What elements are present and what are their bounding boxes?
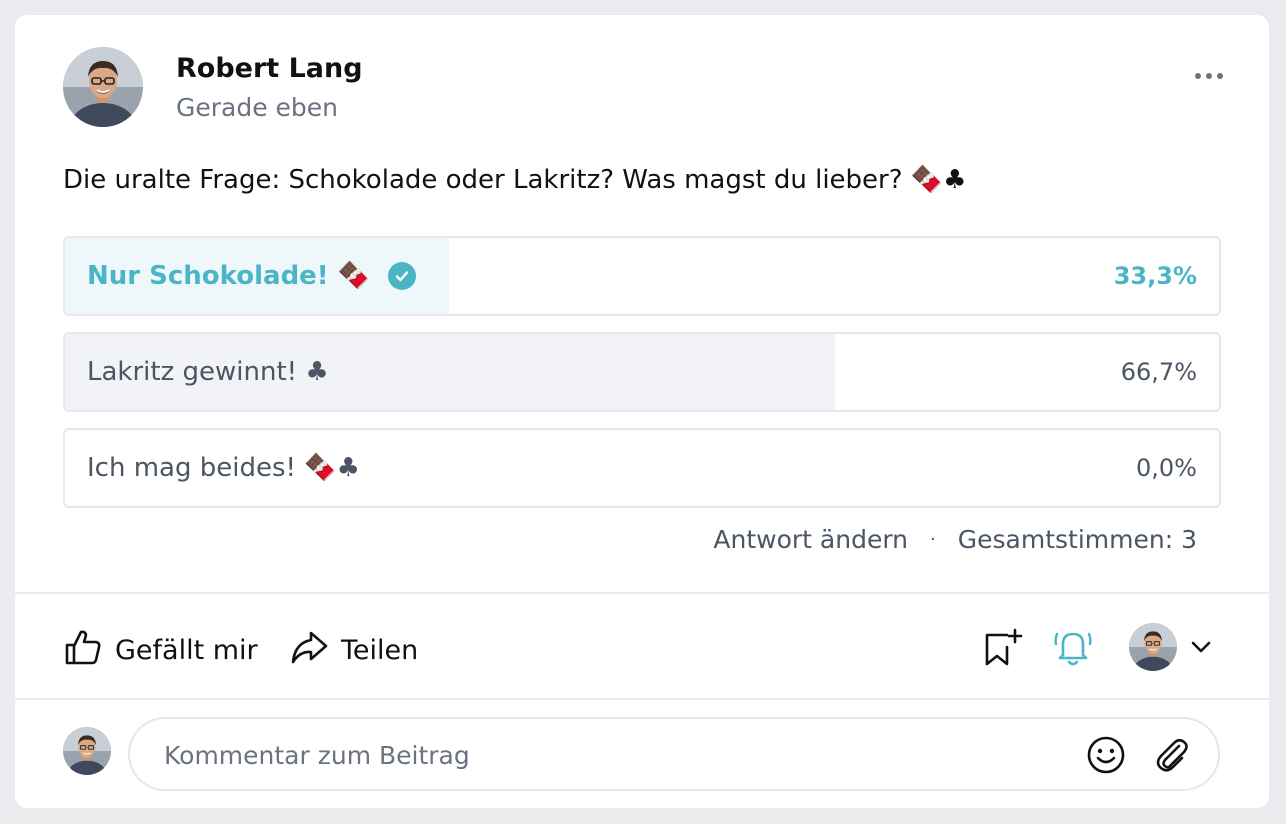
divider <box>15 698 1269 700</box>
smiley-icon <box>1087 736 1125 774</box>
like-button[interactable]: Gefällt mir <box>63 627 258 674</box>
share-icon <box>289 627 329 674</box>
post-text: Die uralte Frage: Schokolade oder Lakrit… <box>63 165 967 195</box>
poll-option-1-percent: 33,3% <box>1113 262 1197 290</box>
paperclip-icon <box>1156 738 1188 772</box>
poll-option-1[interactable]: Nur Schokolade! 🍫 33,3% <box>63 236 1221 316</box>
more-options-button[interactable] <box>1195 73 1223 79</box>
poll-option-3-label: Ich mag beides! 🍫♣ <box>87 453 360 483</box>
post-as-avatar[interactable] <box>1129 623 1177 671</box>
poll-option-2[interactable]: Lakritz gewinnt! ♣ 66,7% <box>63 332 1221 412</box>
bell-icon <box>1054 632 1092 666</box>
post-card: Robert Lang Gerade eben Die uralte Frage… <box>15 15 1269 808</box>
poll-footer: Antwort ändern · Gesamtstimmen: 3 <box>713 525 1197 554</box>
chevron-down-icon <box>1191 641 1211 653</box>
bookmark-add-icon <box>985 628 1023 666</box>
divider <box>15 592 1269 594</box>
emoji-button[interactable] <box>1086 735 1126 779</box>
comment-box <box>128 717 1220 791</box>
commenter-avatar <box>63 727 111 775</box>
bookmark-add-button[interactable] <box>983 627 1025 673</box>
like-label: Gefällt mir <box>115 635 258 666</box>
poll-option-3[interactable]: Ich mag beides! 🍫♣ 0,0% <box>63 428 1221 508</box>
change-answer-link[interactable]: Antwort ändern <box>713 525 908 554</box>
more-icon <box>1195 73 1201 79</box>
poll-option-3-percent: 0,0% <box>1136 454 1197 482</box>
post-as-dropdown[interactable] <box>1189 637 1213 661</box>
check-circle-icon <box>388 262 417 290</box>
total-votes: Gesamtstimmen: 3 <box>957 525 1197 554</box>
poll-option-2-label: Lakritz gewinnt! ♣ <box>87 357 329 387</box>
thumbs-up-icon <box>63 627 103 674</box>
comment-input[interactable] <box>162 719 1046 791</box>
share-button[interactable]: Teilen <box>289 627 418 674</box>
post-timestamp: Gerade eben <box>176 93 339 122</box>
separator-dot: · <box>930 529 936 550</box>
poll-option-2-percent: 66,7% <box>1120 358 1197 386</box>
poll-option-1-label: Nur Schokolade! 🍫 <box>87 261 371 291</box>
author-name[interactable]: Robert Lang <box>176 53 363 84</box>
share-label: Teilen <box>341 635 419 666</box>
notification-bell-button[interactable] <box>1051 625 1095 673</box>
author-avatar[interactable] <box>63 47 143 127</box>
attach-button[interactable] <box>1152 735 1192 779</box>
